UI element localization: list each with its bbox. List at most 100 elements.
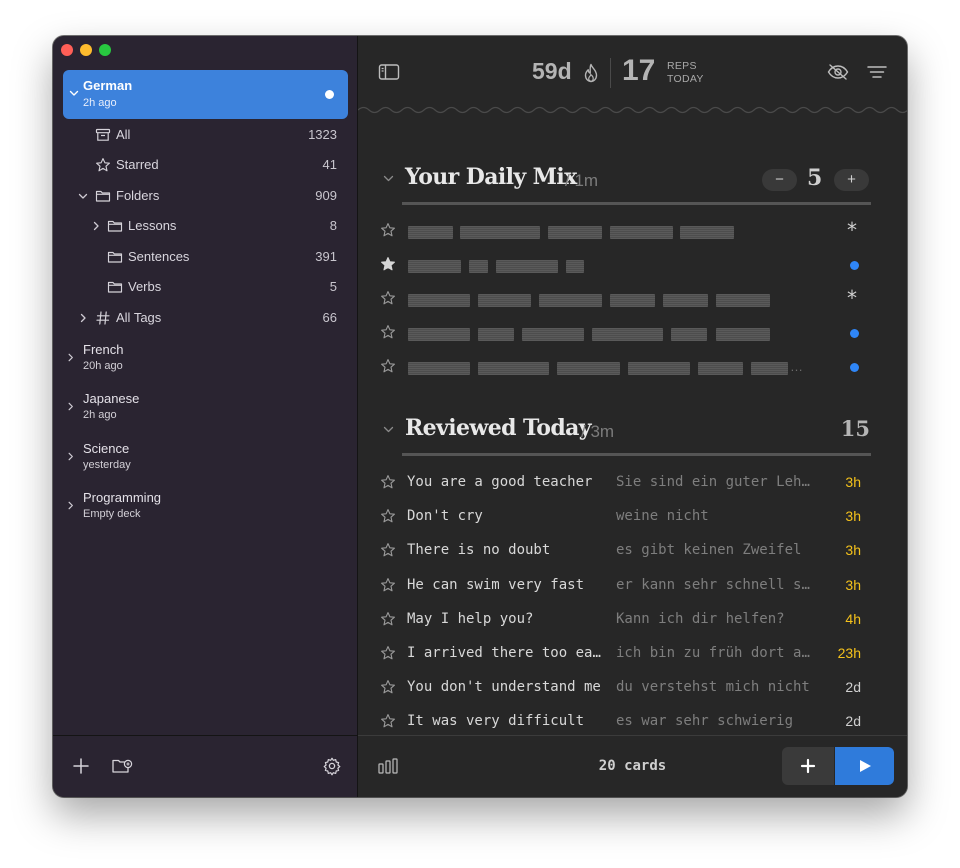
star-outline-icon[interactable] [380, 713, 396, 729]
decrease-mix-button[interactable]: − [762, 169, 797, 191]
sidebar-toggle-icon[interactable] [378, 63, 400, 81]
chevron-right-icon[interactable] [65, 451, 76, 462]
redacted-text [698, 362, 743, 375]
archive-icon [95, 128, 111, 141]
chevron-down-icon[interactable] [382, 172, 395, 185]
redacted-text [408, 362, 470, 375]
deck-programming[interactable]: Programming Empty deck [53, 486, 358, 530]
due-time: 3h [845, 474, 861, 490]
star-outline-icon[interactable] [380, 577, 396, 593]
star-outline-icon[interactable] [380, 358, 396, 374]
table-row[interactable]: I arrived there too early ich bin zu früh… [358, 636, 907, 670]
chevron-down-icon[interactable] [77, 190, 89, 202]
star-outline-icon[interactable] [380, 474, 396, 490]
redacted-text [478, 294, 531, 307]
chevron-right-icon[interactable] [65, 500, 76, 511]
list-item[interactable] [358, 248, 907, 282]
card-back: es gibt keinen Zweifel [616, 542, 802, 559]
list-item[interactable] [358, 316, 907, 350]
sidebar-item-label: Starred [116, 157, 159, 172]
sidebar-item-lessons[interactable]: Lessons 8 [53, 213, 358, 239]
sidebar-item-all-tags[interactable]: All Tags 66 [53, 305, 358, 331]
deck-science[interactable]: Science yesterday [53, 437, 358, 481]
due-time: 3h [845, 542, 861, 559]
redacted-text [663, 294, 708, 307]
chevron-right-icon[interactable] [65, 352, 76, 363]
star-outline-icon[interactable] [380, 222, 396, 238]
star-outline-icon[interactable] [380, 679, 396, 695]
chevron-right-icon[interactable] [77, 312, 89, 324]
star-outline-icon[interactable] [380, 324, 396, 340]
deck-last-reviewed: 2h ago [83, 97, 117, 109]
redacted-text [557, 362, 620, 375]
add-deck-button[interactable] [71, 756, 91, 776]
table-row[interactable]: He can swim very fast er kann sehr schnel… [358, 568, 907, 602]
sidebar-item-folders[interactable]: Folders 909 [53, 183, 358, 209]
sidebar-item-count: 66 [322, 310, 337, 325]
minimize-window-button[interactable] [80, 44, 92, 56]
due-dot [850, 329, 859, 338]
redacted-text [460, 226, 540, 239]
chevron-right-icon[interactable] [90, 220, 102, 232]
redacted-text [408, 226, 453, 239]
start-review-button[interactable] [835, 747, 894, 785]
wavy-divider [358, 106, 907, 114]
redacted-text [408, 260, 461, 273]
folder-icon [107, 251, 123, 263]
due-time: 23h [837, 645, 861, 661]
hide-eye-icon[interactable] [827, 64, 849, 80]
table-row[interactable]: You are a good teacher Sie sind ein guter… [358, 465, 907, 499]
settings-gear-icon[interactable] [322, 756, 342, 776]
deck-last-reviewed: 20h ago [83, 360, 123, 372]
table-row[interactable]: May I help you? Kann ich dir helfen? 4h [358, 602, 907, 636]
due-time: 3h [845, 508, 861, 525]
star-outline-icon[interactable] [380, 542, 396, 558]
card-back: weine nicht [616, 508, 709, 525]
app-window: German 2h ago All 1323 Starred 41 Folder… [53, 36, 907, 797]
deck-name: Science [83, 441, 130, 456]
star-outline-icon[interactable] [380, 645, 396, 661]
add-card-button[interactable] [782, 747, 834, 785]
redacted-text [716, 294, 770, 307]
filter-lines-icon[interactable] [867, 65, 887, 79]
star-filled-icon[interactable] [380, 256, 396, 272]
redacted-text [716, 328, 770, 341]
section-rule [402, 202, 871, 205]
table-row[interactable]: There is no doubt es gibt keinen Zweifel 3… [358, 533, 907, 567]
sidebar-item-sentences[interactable]: Sentences 391 [53, 244, 358, 270]
star-outline-icon[interactable] [380, 508, 396, 524]
deck-french[interactable]: French 20h ago [53, 338, 358, 382]
deck-german[interactable]: German 2h ago [63, 70, 348, 119]
sidebar-item-starred[interactable]: Starred 41 [53, 152, 358, 178]
due-dot [850, 363, 859, 372]
redacted-text [566, 260, 584, 273]
sidebar-item-verbs[interactable]: Verbs 5 [53, 274, 358, 300]
sidebar-item-label: All [116, 127, 131, 142]
table-row[interactable]: It was very difficult es war sehr schwier… [358, 704, 907, 738]
sidebar-item-all[interactable]: All 1323 [53, 122, 358, 148]
redacted-text [610, 226, 673, 239]
increase-mix-button[interactable]: + [834, 169, 869, 191]
star-outline-icon[interactable] [380, 611, 396, 627]
list-item[interactable]: … [358, 350, 907, 384]
table-row[interactable]: You don't understand me du verstehst mich… [358, 670, 907, 704]
card-front: I arrived there too early [407, 645, 604, 661]
chevron-down-icon[interactable] [68, 87, 80, 99]
close-window-button[interactable] [61, 44, 73, 56]
reviewed-count: 15 [840, 416, 870, 441]
zoom-window-button[interactable] [99, 44, 111, 56]
list-item[interactable]: * [358, 214, 907, 248]
sidebar-item-count: 41 [322, 157, 337, 172]
new-folder-button[interactable] [111, 756, 133, 776]
reps-label: REPS [667, 60, 697, 72]
table-row[interactable]: Don't cry weine nicht 3h [358, 499, 907, 533]
redacted-text [592, 328, 663, 341]
chevron-down-icon[interactable] [382, 423, 395, 436]
list-item[interactable]: * [358, 282, 907, 316]
card-back: es war sehr schwierig [616, 713, 794, 730]
redacted-text [408, 294, 470, 307]
deck-japanese[interactable]: Japanese 2h ago [53, 387, 358, 431]
due-time: 2d [845, 713, 861, 730]
chevron-right-icon[interactable] [65, 401, 76, 412]
star-outline-icon[interactable] [380, 290, 396, 306]
